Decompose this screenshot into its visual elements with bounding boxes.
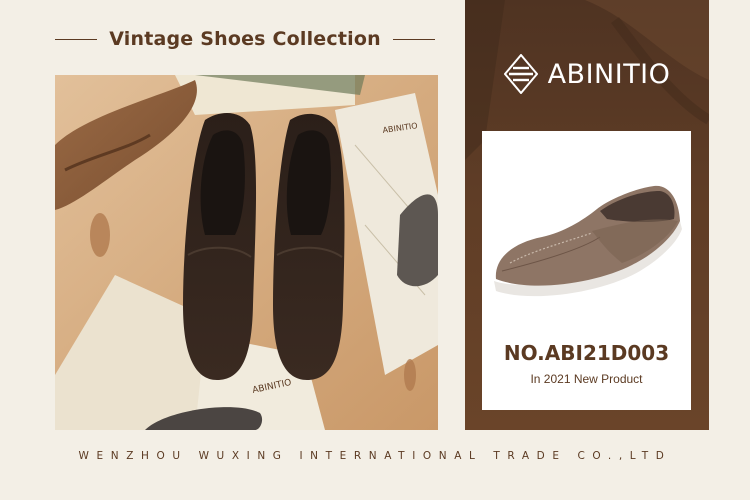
collection-title: Vintage Shoes Collection bbox=[109, 28, 381, 50]
product-subtitle: In 2021 New Product bbox=[530, 372, 643, 386]
brand-logo: ABINITIO bbox=[465, 50, 709, 98]
company-footer: WENZHOU WUXING INTERNATIONAL TRADE CO.,L… bbox=[78, 450, 672, 462]
product-card[interactable]: NO.ABI21D003 In 2021 New Product bbox=[482, 131, 691, 410]
collection-header: Vintage Shoes Collection bbox=[55, 26, 436, 52]
product-code: NO.ABI21D003 bbox=[503, 341, 670, 365]
diamond-stripes-logo-icon bbox=[503, 54, 538, 94]
dark-loafers-photo-icon: ABINITIO ABINITIO bbox=[55, 75, 438, 430]
brand-name: ABINITIO bbox=[547, 58, 671, 90]
taupe-suede-loafer-icon bbox=[494, 185, 682, 297]
brand-panel: ABINITIO NO.ABI21D003 In 2021 New Produc… bbox=[465, 0, 709, 430]
loafers-photo: ABINITIO ABINITIO bbox=[55, 75, 438, 430]
header-rule-right bbox=[392, 38, 436, 40]
header-rule-left bbox=[55, 38, 98, 40]
